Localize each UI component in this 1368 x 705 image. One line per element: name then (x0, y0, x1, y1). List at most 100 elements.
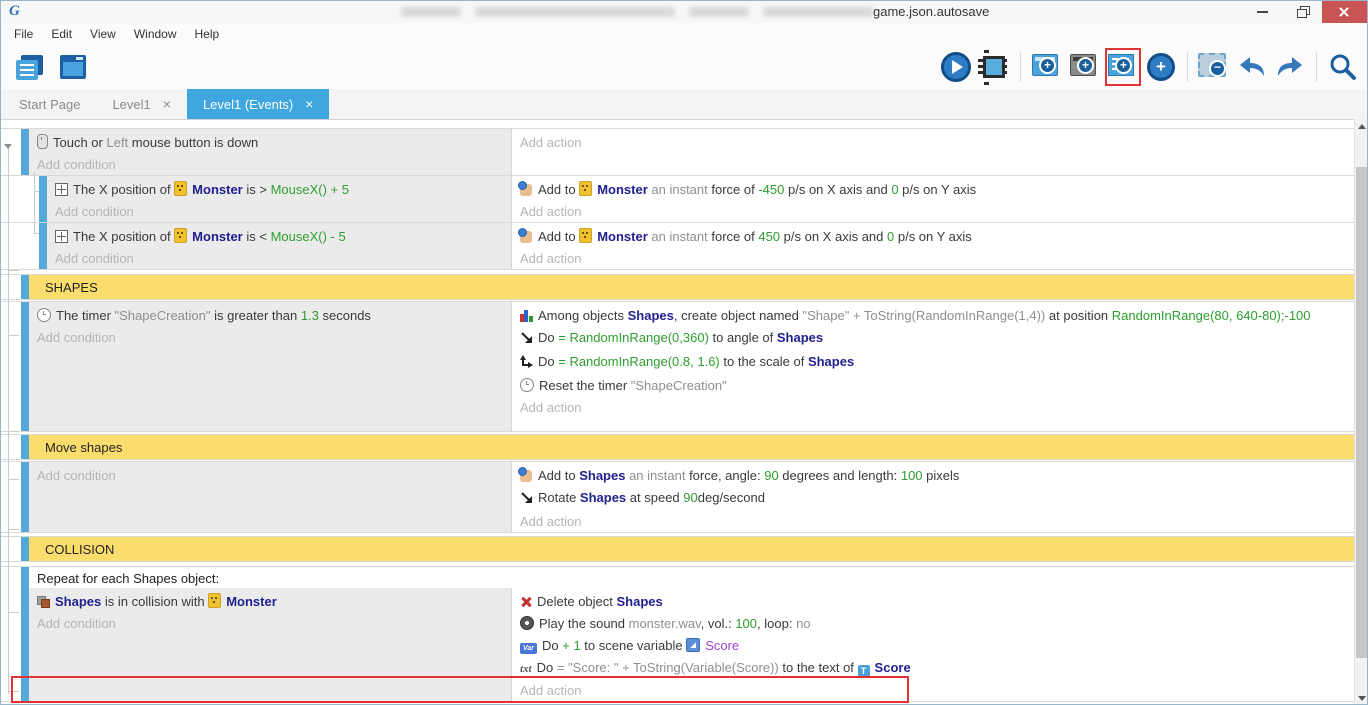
play-icon[interactable] (938, 48, 974, 86)
event-color-bar[interactable] (21, 567, 29, 701)
add-condition-placeholder[interactable]: Add condition (29, 153, 511, 175)
text-segment: Do (538, 330, 558, 345)
action-line[interactable]: Delete object Shapes (512, 588, 1356, 612)
action-line[interactable]: Do = RandomInRange(0.8, 1.6) to the scal… (512, 350, 1356, 374)
foreach-header[interactable]: Repeat for each Shapes object: (29, 567, 1356, 588)
minimize-button[interactable] (1242, 1, 1282, 23)
add-other-event-icon[interactable] (1143, 48, 1179, 86)
project-manager-icon[interactable] (11, 48, 47, 86)
scroll-up-arrow-icon[interactable] (1358, 124, 1366, 129)
event-color-bar[interactable] (21, 275, 29, 299)
scroll-down-arrow-icon[interactable] (1358, 696, 1366, 701)
event-color-bar[interactable] (21, 129, 29, 175)
text-segment: to the text of (779, 660, 858, 675)
shapes-comment[interactable]: SHAPES (29, 275, 1356, 299)
text-segment: deg/second (698, 490, 765, 505)
add-comment-icon[interactable]: + (1105, 48, 1141, 86)
txt-icon (520, 664, 532, 675)
add-condition-placeholder[interactable]: Add condition (29, 462, 511, 486)
tab-close-icon[interactable]: × (163, 96, 171, 112)
undo-icon[interactable] (1234, 48, 1270, 86)
event-color-bar[interactable] (21, 462, 29, 532)
event-color-bar[interactable] (21, 302, 29, 431)
tab-start-page[interactable]: Start Page (3, 89, 96, 119)
text-segment: = RandomInRange(0.8, 1.6) (558, 354, 720, 369)
text-segment: Rotate (538, 490, 580, 505)
add-action-placeholder[interactable]: Add action (512, 200, 1356, 222)
deselect-icon[interactable]: − (1196, 48, 1232, 86)
tab-level1-events-[interactable]: Level1 (Events) × (187, 89, 330, 119)
condition-line[interactable]: The X position of Monster is < MouseX() … (47, 223, 511, 247)
menu-item-edit[interactable]: Edit (42, 23, 81, 45)
event-body: Add conditionAdd to Shapes an instant fo… (29, 462, 1356, 532)
text-segment: 90 (764, 468, 778, 483)
text-segment: Monster (192, 229, 243, 244)
action-line[interactable]: Among objects Shapes, create object name… (512, 302, 1356, 326)
event-body: Repeat for each Shapes object:Shapes is … (29, 567, 1356, 701)
action-line[interactable]: Add to Monster an instant force of -450 … (512, 176, 1356, 200)
event-color-bar[interactable] (39, 176, 47, 222)
add-action-placeholder[interactable]: Add action (512, 679, 1356, 701)
condition-line[interactable]: Shapes is in collision with Monster (29, 588, 511, 612)
add-event-icon[interactable]: + (1029, 48, 1065, 86)
add-condition-placeholder[interactable]: Add condition (29, 326, 511, 348)
position-icon (55, 183, 68, 196)
scrollbar-thumb[interactable] (1356, 167, 1367, 658)
add-action-placeholder[interactable]: Add action (512, 247, 1356, 269)
action-line[interactable]: Add to Monster an instant force of 450 p… (512, 223, 1356, 247)
condition-line[interactable]: Touch or Left mouse button is down (29, 129, 511, 153)
menu-item-view[interactable]: View (81, 23, 125, 45)
add-condition-placeholder[interactable]: Add condition (47, 200, 511, 222)
menu-item-file[interactable]: File (5, 23, 42, 45)
text-segment: Shapes (55, 594, 101, 609)
text-segment: Shapes (628, 308, 674, 323)
action-line[interactable]: Do = RandomInRange(0,360) to angle of Sh… (512, 326, 1356, 350)
event-color-bar[interactable] (21, 435, 29, 459)
position-icon (55, 230, 68, 243)
tree-stub (9, 270, 19, 271)
shapes-icon (37, 596, 50, 608)
text-segment: Monster (597, 182, 648, 197)
move-shapes-comment[interactable]: Move shapes (29, 435, 1356, 459)
action-line[interactable]: Reset the timer "ShapeCreation" (512, 374, 1356, 396)
add-condition-placeholder[interactable]: Add condition (29, 612, 511, 634)
tab-level1[interactable]: Level1× (96, 89, 187, 119)
event-color-bar[interactable] (39, 223, 47, 269)
action-line[interactable]: Rotate Shapes at speed 90deg/second (512, 486, 1356, 510)
menu-item-window[interactable]: Window (125, 23, 186, 45)
text-segment: The X position of (73, 182, 174, 197)
event-color-bar[interactable] (21, 537, 29, 561)
condition-line[interactable]: The timer "ShapeCreation" is greater tha… (29, 302, 511, 326)
collapse-arrow-icon[interactable] (4, 144, 12, 149)
vertical-scrollbar[interactable] (1354, 119, 1367, 705)
close-button[interactable] (1322, 1, 1367, 23)
action-line[interactable]: Add to Shapes an instant force, angle: 9… (512, 462, 1356, 486)
collision-comment[interactable]: COLLISION (29, 537, 1356, 561)
text-segment: = RandomInRange(0,360) (558, 330, 709, 345)
action-line[interactable]: Play the sound monster.wav, vol.: 100, l… (512, 612, 1356, 634)
action-line[interactable]: Do = "Score: " + ToString(Variable(Score… (512, 656, 1356, 679)
add-condition-placeholder[interactable]: Add condition (47, 247, 511, 269)
text-segment: 0 (891, 182, 898, 197)
add-action-placeholder[interactable]: Add action (512, 510, 1356, 532)
event-columns: Add conditionAdd to Shapes an instant fo… (29, 462, 1356, 532)
comment-text: COLLISION (45, 542, 114, 557)
search-icon[interactable] (1325, 48, 1361, 86)
add-subevent-icon[interactable]: + (1067, 48, 1103, 86)
tab-label: Level1 (Events) (203, 97, 293, 112)
toolbar-separator (1187, 52, 1188, 82)
add-action-placeholder[interactable]: Add action (512, 396, 1356, 418)
monster-icon (579, 181, 592, 196)
gdevelop-logo-icon: G (9, 3, 27, 21)
menu-item-help[interactable]: Help (186, 23, 229, 45)
event-body: The X position of Monster is > MouseX() … (47, 176, 1356, 222)
restore-button[interactable] (1282, 1, 1322, 23)
action-line[interactable]: Do + 1 to scene variable Score (512, 634, 1356, 656)
preview-window-icon[interactable] (55, 48, 91, 86)
tab-close-icon[interactable]: × (305, 96, 313, 112)
redo-icon[interactable] (1272, 48, 1308, 86)
condition-line[interactable]: The X position of Monster is > MouseX() … (47, 176, 511, 200)
tab-label: Start Page (19, 97, 80, 112)
debug-icon[interactable] (976, 48, 1012, 86)
add-action-placeholder[interactable]: Add action (512, 129, 1356, 153)
